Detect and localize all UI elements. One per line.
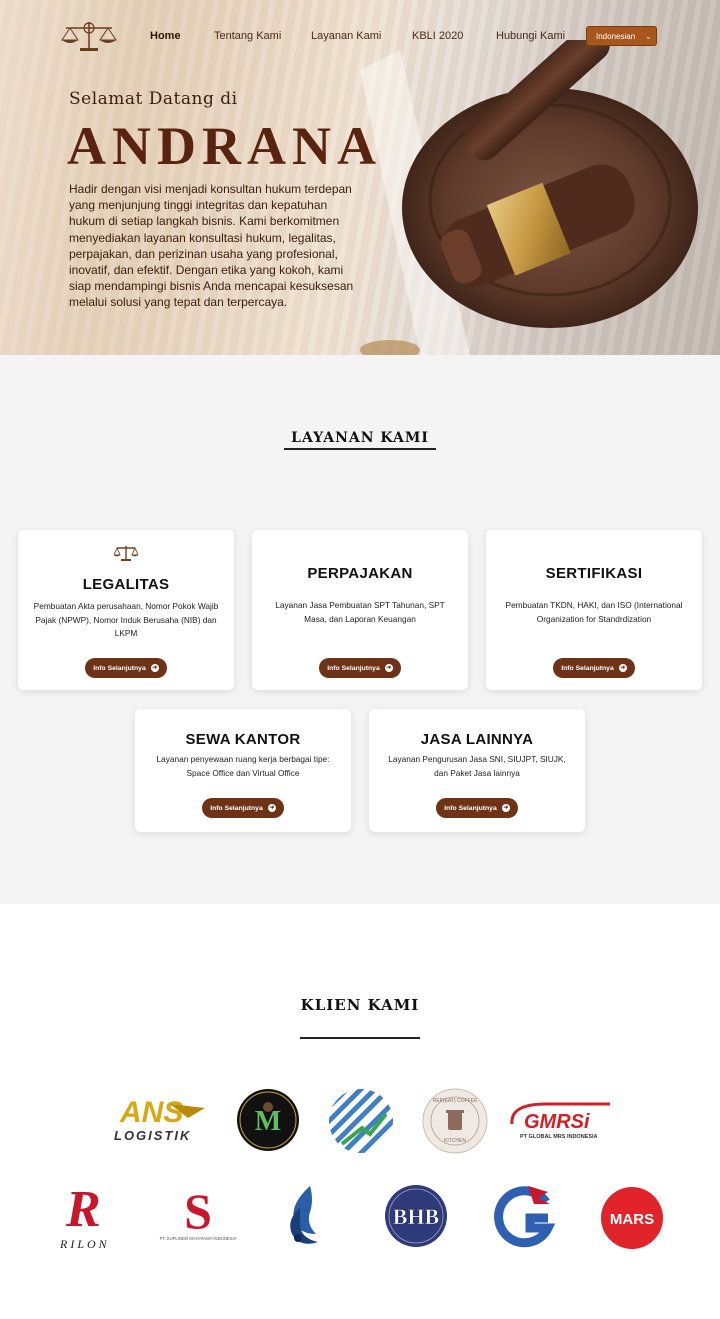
info-selanjutnya-button[interactable]: Info Selanjutnya ➜ [85, 658, 167, 678]
svg-text:S: S [184, 1184, 212, 1239]
svg-text:GMRSi: GMRSi [524, 1111, 590, 1133]
service-card-sewa-kantor: SEWA KANTOR Layanan penyewaan ruang kerj… [135, 709, 351, 832]
arrow-right-icon: ➜ [384, 664, 393, 672]
clients-title: KLIEN KAMI [300, 996, 420, 1014]
info-selanjutnya-button[interactable]: Info Selanjutnya ➜ [553, 658, 635, 678]
gmrs-logo: GMRSi PT GLOBAL MRS INDONESIA [510, 1102, 610, 1140]
svg-text:PT. SUPLINDO MAHATAMA INDONESI: PT. SUPLINDO MAHATAMA INDONESIA [160, 1236, 237, 1241]
m-circle-logo: M [237, 1089, 299, 1151]
services-section: LAYANAN KAMI LEGALITAS Pembuatan Akta pe… [0, 355, 720, 904]
info-selanjutnya-button[interactable]: Info Selanjutnya ➜ [319, 658, 401, 678]
arrow-right-icon: ➜ [501, 804, 510, 812]
hero-brand-title: ANDRANA [67, 116, 382, 176]
service-card-description: Layanan Pengurusan Jasa SNI, SIUJPT, SIU… [388, 754, 566, 778]
svg-text:MARS: MARS [610, 1211, 654, 1228]
svg-text:LOGISTIK: LOGISTIK [114, 1128, 191, 1143]
service-card-description: Layanan Jasa Pembuatan SPT Tahunan, SPT … [275, 600, 445, 624]
blue-growth-logo [329, 1089, 393, 1153]
service-card-sertifikasi: SERTIFIKASI Pembuatan TKDN, HAKI, dan IS… [486, 530, 702, 690]
service-card-title: PERPAJAKAN [307, 565, 413, 582]
nav-tentang-kami[interactable]: Tentang Kami [214, 30, 281, 42]
service-card-title: LEGALITAS [82, 576, 170, 593]
svg-text:KITCHEN: KITCHEN [444, 1138, 466, 1144]
button-label: Info Selanjutnya [444, 804, 497, 812]
services-title-underline [284, 448, 436, 450]
svg-text:BHB: BHB [393, 1204, 440, 1229]
service-card-description: Pembuatan TKDN, HAKI, dan ISO (Internati… [505, 600, 683, 624]
service-card-title: SEWA KANTOR [185, 731, 301, 748]
nav-layanan-kami[interactable]: Layanan Kami [311, 30, 381, 42]
language-dropdown[interactable]: Indonesian ⌄ [586, 26, 657, 46]
services-title: LAYANAN KAMI [291, 430, 429, 446]
info-selanjutnya-button[interactable]: Info Selanjutnya ➜ [436, 798, 518, 818]
chevron-down-icon: ⌄ [645, 31, 652, 41]
mars-logo: MARS [601, 1187, 663, 1249]
service-card-legalitas: LEGALITAS Pembuatan Akta perusahaan, Nom… [18, 530, 234, 690]
svg-text:RILON: RILON [59, 1237, 110, 1251]
ans-logistik-logo: ANS LOGISTIK [114, 1096, 205, 1143]
service-card-description: Pembuatan Akta perusahaan, Nomor Pokok W… [33, 601, 219, 638]
drop-logo [290, 1186, 318, 1244]
service-card-title: JASA LAINNYA [420, 731, 534, 748]
repeat-coffee-logo: REP(EAT) COFFEE KITCHEN [422, 1088, 488, 1154]
service-card-description: Layanan penyewaan ruang kerja berbagai t… [156, 754, 330, 778]
nav-kbli-2020[interactable]: KBLI 2020 [412, 30, 463, 42]
service-card-title: SERTIFIKASI [545, 565, 643, 582]
rilon-logo: R RILON [59, 1181, 110, 1251]
arrow-right-icon: ➜ [150, 664, 159, 672]
svg-text:PT GLOBAL MRS INDONESIA: PT GLOBAL MRS INDONESIA [520, 1134, 598, 1140]
arrow-right-icon: ➜ [267, 804, 276, 812]
service-card-jasa-lainnya: JASA LAINNYA Layanan Pengurusan Jasa SNI… [369, 709, 585, 832]
language-label: Indonesian [596, 31, 636, 41]
hero-section: Home Tentang Kami Layanan Kami KBLI 2020… [0, 0, 720, 355]
button-label: Info Selanjutnya [93, 664, 146, 672]
info-selanjutnya-button[interactable]: Info Selanjutnya ➜ [202, 798, 284, 818]
clients-section: KLIEN KAMI ANS LOGISTIK M REP(EAT) COFFE… [0, 904, 720, 1319]
service-card-perpajakan: PERPAJAKAN Layanan Jasa Pembuatan SPT Ta… [252, 530, 468, 690]
bhb-logo: BHB [385, 1185, 447, 1247]
button-label: Info Selanjutnya [210, 804, 263, 812]
top-navigation: Home Tentang Kami Layanan Kami KBLI 2020… [0, 0, 720, 72]
dragon-g-logo: G [494, 1186, 556, 1249]
suplindo-logo: S PT. SUPLINDO MAHATAMA INDONESIA [160, 1184, 237, 1241]
svg-text:REP(EAT) COFFEE: REP(EAT) COFFEE [433, 1098, 478, 1104]
svg-text:ANS: ANS [119, 1096, 183, 1129]
svg-text:R: R [65, 1181, 101, 1238]
nav-hubungi-kami[interactable]: Hubungi Kami [496, 30, 565, 42]
andrana-scales-logo[interactable] [60, 18, 118, 54]
hero-welcome: Selamat Datang di [69, 89, 238, 109]
gavel-image [360, 40, 698, 355]
arrow-right-icon: ➜ [618, 664, 627, 672]
hero-description: Hadir dengan visi menjadi konsultan huku… [69, 182, 354, 310]
scales-icon [114, 546, 138, 561]
nav-home[interactable]: Home [150, 30, 181, 42]
clients-title-underline [300, 1037, 420, 1039]
button-label: Info Selanjutnya [561, 664, 614, 672]
button-label: Info Selanjutnya [327, 664, 380, 672]
